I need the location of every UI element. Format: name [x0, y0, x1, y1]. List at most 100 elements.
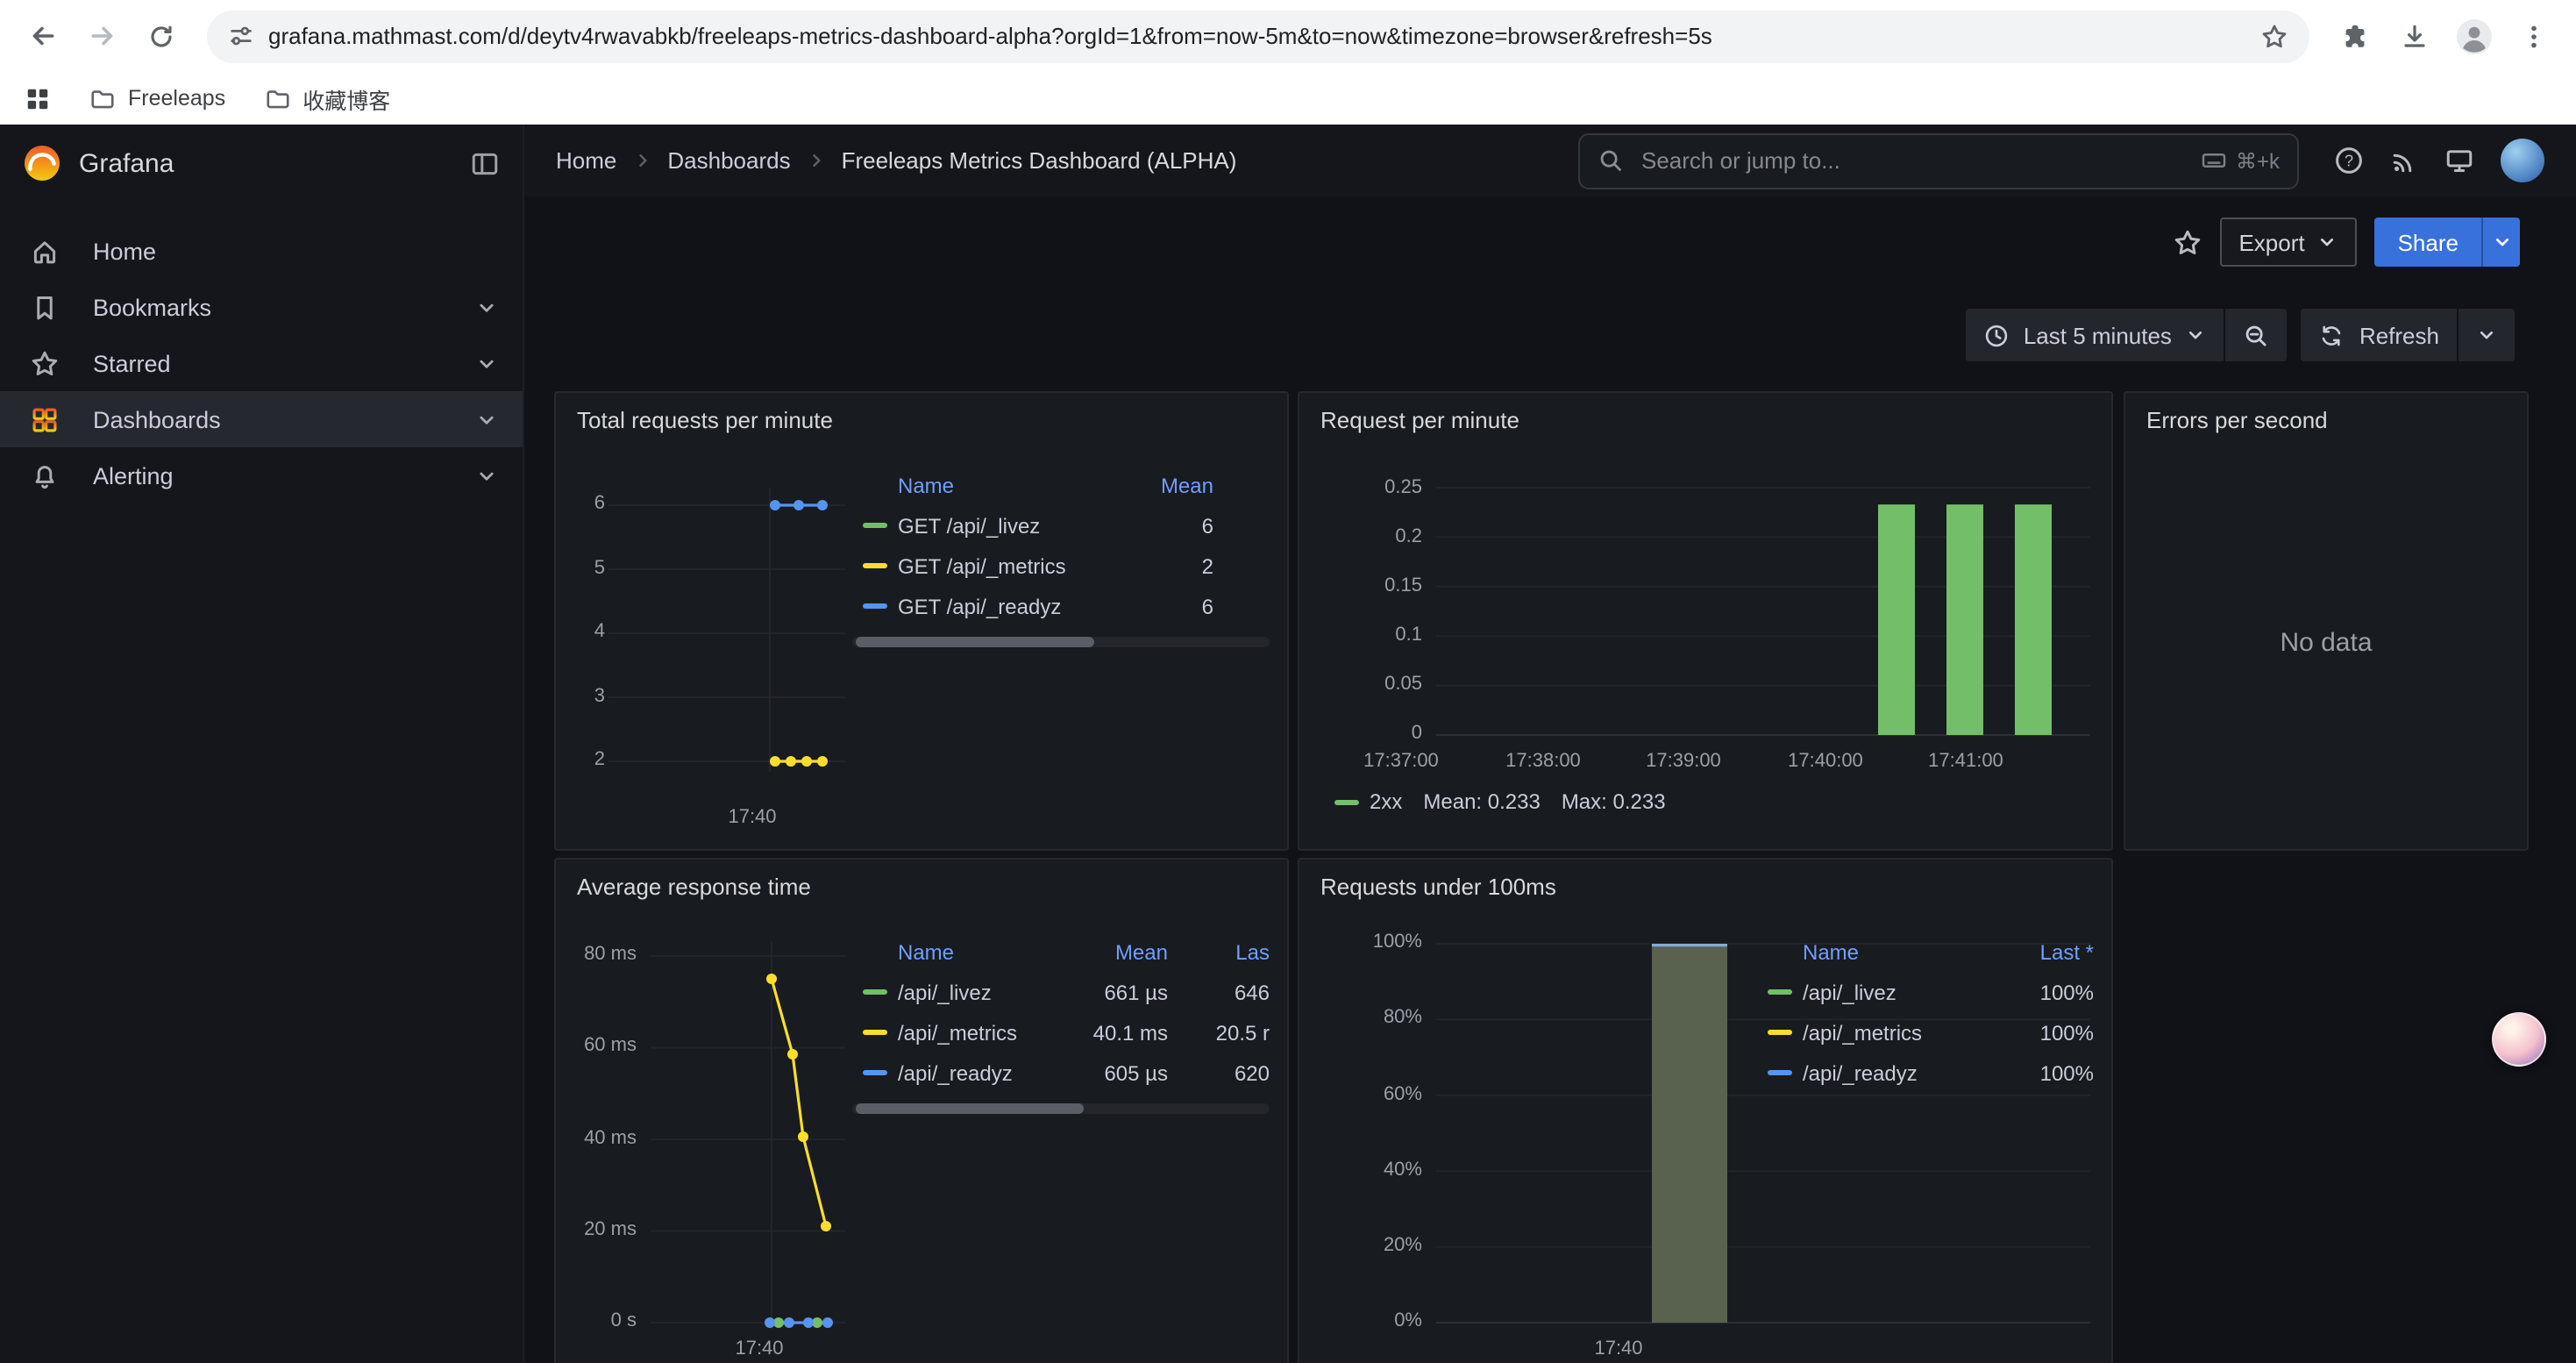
legend-header-name[interactable]: Name [1803, 940, 1996, 965]
legend-header-mean[interactable]: Mean [1059, 940, 1168, 965]
legend-row[interactable]: /api/_metrics 40.1 ms 20.5 r [852, 1012, 1270, 1053]
x-tick: 17:38:00 [1487, 751, 1599, 772]
downloads-icon[interactable] [2387, 8, 2443, 64]
star-icon [30, 348, 60, 378]
chevron-down-icon[interactable] [475, 408, 498, 431]
bookmark-star-icon[interactable] [2260, 22, 2288, 50]
share-button[interactable]: Share [2375, 218, 2481, 267]
share-caret-button[interactable] [2481, 218, 2520, 267]
chevron-down-icon[interactable] [475, 464, 498, 487]
series-name[interactable]: GET /api/_metrics [898, 553, 1115, 578]
folder-icon [89, 85, 116, 111]
series-name[interactable]: /api/_readyz [1803, 1060, 1996, 1085]
address-bar[interactable]: grafana.mathmast.com/d/deytv4rwavabkb/fr… [207, 10, 2309, 62]
extensions-icon[interactable] [2327, 8, 2383, 64]
panel-errors-per-second: Errors per second No data [2124, 391, 2529, 851]
chevron-down-icon[interactable] [475, 352, 498, 375]
export-label: Export [2238, 229, 2304, 255]
sidebar-item-starred[interactable]: Starred [0, 335, 523, 391]
y-tick: 0.05 [1331, 674, 1422, 695]
legend-row[interactable]: /api/_readyz 605 µs 620 [852, 1053, 1270, 1093]
browser-refresh-button[interactable] [133, 8, 189, 64]
legend-row[interactable]: /api/_livez 661 µs 646 [852, 972, 1270, 1012]
search-icon [1598, 147, 1624, 174]
series-name[interactable]: /api/_readyz [898, 1060, 1059, 1085]
chevron-down-icon [2491, 232, 2512, 253]
panel-average-response-time: Average response time 80 ms 60 ms 40 ms … [554, 858, 1289, 1363]
refresh-interval-caret[interactable] [2459, 309, 2515, 361]
legend-item[interactable]: 2xx [1334, 789, 1402, 814]
legend-row[interactable]: GET /api/_readyz 6 [852, 586, 1213, 626]
bookmark-label: 收藏博客 [302, 82, 390, 115]
breadcrumb-home[interactable]: Home [556, 147, 616, 174]
legend-row[interactable]: GET /api/_metrics 2 [852, 546, 1213, 586]
panel-title[interactable]: Total requests per minute [577, 407, 833, 433]
panel-title[interactable]: Requests under 100ms [1320, 874, 1556, 900]
favorite-star-icon[interactable] [2172, 227, 2202, 257]
sidebar-item-dashboards[interactable]: Dashboards [0, 391, 523, 447]
collapse-sidebar-icon[interactable] [470, 148, 500, 178]
zoom-out-button[interactable] [2226, 309, 2288, 361]
search-box[interactable]: ⌘+k [1578, 132, 2299, 189]
legend-scrollbar[interactable] [852, 1103, 1270, 1114]
series-name[interactable]: GET /api/_livez [898, 513, 1115, 538]
floating-assistant-avatar[interactable] [2492, 1012, 2546, 1067]
browser-profile-avatar[interactable] [2446, 8, 2502, 64]
sidebar-item-home[interactable]: Home [0, 223, 523, 279]
bookmark-folder-freeleaps[interactable]: Freeleaps [89, 85, 225, 111]
sidebar-item-label: Home [93, 238, 156, 264]
legend-header-name[interactable]: Name [898, 940, 1059, 965]
screen: grafana.mathmast.com/d/deytv4rwavabkb/fr… [0, 0, 2576, 1363]
time-range-picker[interactable]: Last 5 minutes [1966, 309, 2224, 361]
series-name[interactable]: /api/_metrics [1803, 1020, 1996, 1045]
series-name[interactable]: /api/_livez [898, 980, 1059, 1004]
legend-row[interactable]: /api/_livez 100% [1757, 972, 2094, 1012]
chevron-down-icon[interactable] [475, 296, 498, 318]
legend-header-name[interactable]: Name [898, 474, 1115, 498]
series-name[interactable]: /api/_metrics [898, 1020, 1059, 1045]
series-color-swatch [1768, 1030, 1792, 1035]
news-rss-icon[interactable] [2390, 146, 2418, 175]
sidebar-item-alerting[interactable]: Alerting [0, 447, 523, 503]
legend-row[interactable]: /api/_metrics 100% [1757, 1012, 2094, 1053]
legend-scrollbar[interactable] [852, 637, 1270, 647]
series-last: 646 [1182, 980, 1270, 1004]
legend-row[interactable]: /api/_readyz 100% [1757, 1053, 2094, 1093]
sidebar-item-bookmarks[interactable]: Bookmarks [0, 279, 523, 335]
user-avatar[interactable] [2501, 139, 2544, 182]
series-name[interactable]: GET /api/_readyz [898, 594, 1115, 618]
x-tick: 17:37:00 [1345, 751, 1457, 772]
browser-back-button[interactable] [14, 8, 70, 64]
y-tick: 0.2 [1331, 526, 1422, 547]
browser-menu-icon[interactable] [2506, 8, 2562, 64]
header-icons: ? [2334, 139, 2544, 182]
panel-title[interactable]: Average response time [577, 874, 811, 900]
kebab-menu-icon [2520, 22, 2548, 50]
legend-header-last[interactable]: Las [1182, 940, 1270, 965]
bookmark-folder-blogs[interactable]: 收藏博客 [264, 82, 390, 115]
y-tick: 0 [1331, 723, 1422, 744]
series-name[interactable]: /api/_livez [1803, 980, 1996, 1004]
browser-forward-button[interactable] [74, 8, 130, 64]
breadcrumb-dashboards[interactable]: Dashboards [667, 147, 790, 174]
dashboards-grid-icon [30, 404, 60, 434]
panel-title[interactable]: Request per minute [1320, 407, 1519, 433]
reload-icon [147, 22, 175, 50]
display-monitor-icon[interactable] [2444, 146, 2474, 175]
legend-header-mean[interactable]: Mean [1115, 474, 1213, 498]
y-tick: 40% [1334, 1160, 1422, 1181]
refresh-button[interactable]: Refresh [2302, 309, 2457, 361]
series-color-swatch [863, 523, 887, 528]
help-icon[interactable]: ? [2334, 146, 2364, 175]
site-settings-icon[interactable] [228, 23, 254, 49]
panel-title[interactable]: Errors per second [2146, 407, 2328, 433]
apps-grid-icon[interactable] [25, 85, 51, 111]
browser-toolbar: grafana.mathmast.com/d/deytv4rwavabkb/fr… [0, 0, 2576, 72]
search-input[interactable] [1638, 146, 2187, 175]
legend-row[interactable]: GET /api/_livez 6 [852, 505, 1213, 546]
series-last: 100% [1996, 1020, 2094, 1045]
legend-header-last[interactable]: Last * [1996, 940, 2094, 965]
search-shortcut: ⌘+k [2201, 147, 2280, 174]
grafana-logo[interactable] [23, 144, 61, 182]
export-button[interactable]: Export [2219, 218, 2357, 267]
